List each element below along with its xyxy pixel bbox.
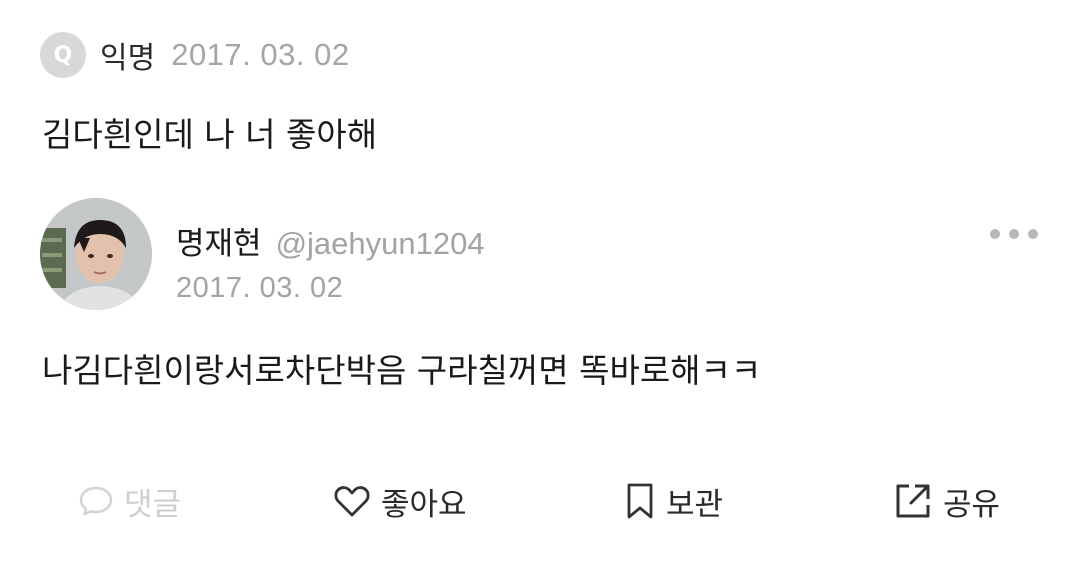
answer-text: 나김다흰이랑서로차단박음 구라칠꺼면 똑바로해ㅋㅋ <box>42 351 762 390</box>
more-dots-icon[interactable] <box>990 220 1038 248</box>
avatar[interactable] <box>40 198 152 310</box>
like-button[interactable]: 좋아요 <box>333 478 467 524</box>
more-dot <box>1028 229 1038 239</box>
save-button[interactable]: 보관 <box>624 478 723 524</box>
answer-author-name[interactable]: 명재현 <box>176 218 262 263</box>
save-label: 보관 <box>666 486 724 523</box>
share-button[interactable]: 공유 <box>893 478 1000 524</box>
more-dot <box>1009 229 1019 239</box>
question-date: 2017. 03. 02 <box>171 37 350 72</box>
answer-date: 2017. 03. 02 <box>176 272 344 304</box>
more-dot <box>990 229 1000 239</box>
like-label: 좋아요 <box>381 486 467 523</box>
share-label: 공유 <box>943 486 1001 523</box>
answer-author-handle[interactable]: @jaehyun1204 <box>276 226 485 262</box>
question-badge-icon: Q <box>40 32 86 78</box>
question-header: Q 익명 2017. 03. 02 <box>40 32 350 78</box>
share-external-icon <box>896 484 930 518</box>
answer-author-row: 명재현 @jaehyun1204 <box>176 218 485 263</box>
avatar-image <box>40 198 152 310</box>
comment-button[interactable]: 댓글 <box>78 478 181 524</box>
question-text: 김다흰인데 나 너 좋아해 <box>42 115 378 154</box>
comment-label: 댓글 <box>124 486 182 523</box>
bookmark-icon <box>627 483 653 519</box>
comment-bubble-icon <box>79 486 113 516</box>
heart-icon <box>334 486 370 517</box>
question-author: 익명 <box>100 41 156 76</box>
